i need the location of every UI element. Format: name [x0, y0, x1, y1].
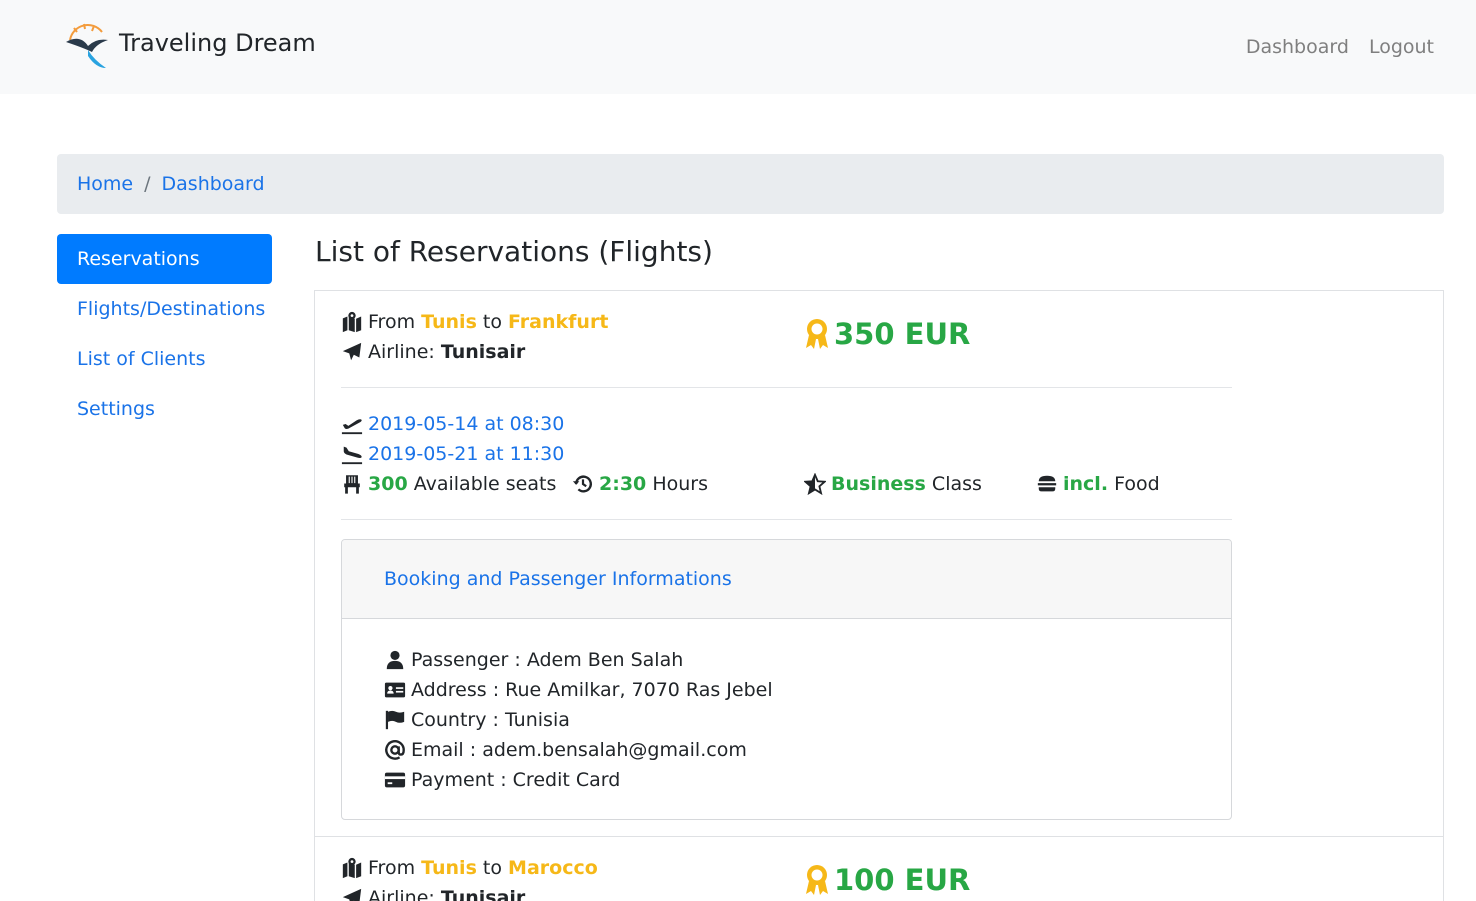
credit-card-icon	[384, 769, 406, 791]
award-icon	[804, 318, 830, 350]
map-marked-icon	[341, 311, 363, 333]
price-value: 350 EUR	[834, 317, 971, 351]
payment-line: Payment : Credit Card	[384, 765, 620, 795]
sidebar-item-reservations[interactable]: Reservations	[57, 234, 272, 284]
airline-label: Airline:	[368, 887, 435, 901]
booking-card: Booking and Passenger Informations Passe…	[341, 539, 1232, 820]
passenger-name: Passenger : Adem Ben Salah	[411, 649, 684, 671]
airline-line: Airline: Tunisair	[341, 883, 525, 901]
origin-city: Tunis	[421, 311, 477, 333]
destination-city: Frankfurt	[508, 311, 609, 333]
logo-bird-icon	[62, 20, 114, 72]
price-value: 100 EUR	[834, 863, 971, 897]
price: 350 EUR	[804, 317, 970, 351]
origin-city: Tunis	[421, 857, 477, 879]
sidebar-item-flights-destinations[interactable]: Flights/Destinations	[57, 284, 272, 334]
to-label: to	[482, 311, 502, 333]
star-half-icon	[804, 473, 826, 495]
airline-name: Tunisair	[440, 887, 526, 901]
route-line: From Tunis to Frankfurt	[341, 307, 608, 337]
airline-label: Airline:	[368, 341, 435, 363]
paper-plane-icon	[341, 887, 363, 901]
airline-line: Airline: Tunisair	[341, 337, 525, 367]
hamburger-icon	[1036, 473, 1058, 495]
nav-dashboard-link[interactable]: Dashboard	[1246, 36, 1349, 58]
flag-icon	[384, 709, 406, 731]
reservation-list: From Tunis to Frankfurt Airline: Tunisai…	[314, 290, 1444, 901]
nav-links: Dashboard Logout	[1246, 36, 1434, 58]
country-value: Country : Tunisia	[411, 709, 570, 731]
at-icon	[384, 739, 406, 761]
divider	[341, 519, 1232, 520]
history-icon	[572, 473, 594, 495]
route-line: From Tunis to Marocco	[341, 853, 598, 883]
seats-count: 300	[368, 473, 408, 495]
duration-label: Hours	[652, 473, 708, 495]
page-title: List of Reservations (Flights)	[315, 235, 713, 268]
duration-value: 2:30	[599, 473, 647, 495]
food-info: incl. Food	[1036, 469, 1160, 499]
to-label: to	[482, 857, 502, 879]
nav-logout-link[interactable]: Logout	[1369, 36, 1434, 58]
award-icon	[804, 864, 830, 896]
email-value[interactable]: Email : adem.bensalah@gmail.com	[411, 739, 747, 761]
top-navbar: Traveling Dream Dashboard Logout	[0, 0, 1476, 94]
country-line: Country : Tunisia	[384, 705, 570, 735]
breadcrumb-home[interactable]: Home	[77, 173, 133, 195]
departure-datetime[interactable]: 2019-05-14 at 08:30	[368, 413, 564, 435]
seat-icon	[341, 473, 363, 495]
brand[interactable]: Traveling Dream	[62, 20, 316, 72]
payment-value: Payment : Credit Card	[411, 769, 621, 791]
passenger-line: Passenger : Adem Ben Salah	[384, 645, 683, 675]
plane-departure-icon	[341, 413, 363, 435]
airline-name: Tunisair	[440, 341, 526, 363]
class-info: Business Class	[804, 469, 982, 499]
brand-name: Traveling Dream	[119, 29, 316, 57]
user-icon	[384, 649, 406, 671]
reservation-item: From Tunis to Marocco Airline: Tunisair …	[315, 836, 1443, 901]
destination-city: Marocco	[508, 857, 598, 879]
from-label: From	[368, 857, 416, 879]
email-line: Email : adem.bensalah@gmail.com	[384, 735, 747, 765]
price: 100 EUR	[804, 863, 970, 897]
paper-plane-icon	[341, 341, 363, 363]
breadcrumb: Home / Dashboard	[57, 154, 1444, 214]
plane-arrival-icon	[341, 443, 363, 465]
seats-info: 300 Available seats	[341, 469, 556, 499]
arrival-datetime[interactable]: 2019-05-21 at 11:30	[368, 443, 564, 465]
class-value: Business	[831, 473, 926, 495]
id-card-icon	[384, 679, 406, 701]
address-line: Address : Rue Amilkar, 7070 Ras Jebel	[384, 675, 773, 705]
departure-line: 2019-05-14 at 08:30	[341, 409, 564, 439]
duration-info: 2:30 Hours	[572, 469, 708, 499]
from-label: From	[368, 311, 416, 333]
food-label: Food	[1114, 473, 1160, 495]
address-value: Address : Rue Amilkar, 7070 Ras Jebel	[411, 679, 773, 701]
sidebar-item-list-of-clients[interactable]: List of Clients	[57, 334, 272, 384]
food-value: incl.	[1063, 473, 1109, 495]
reservation-item: From Tunis to Frankfurt Airline: Tunisai…	[315, 291, 1443, 836]
sidebar-item-settings[interactable]: Settings	[57, 384, 272, 434]
booking-card-header[interactable]: Booking and Passenger Informations	[342, 540, 1231, 619]
breadcrumb-dashboard[interactable]: Dashboard	[162, 173, 265, 195]
class-label: Class	[931, 473, 982, 495]
map-marked-icon	[341, 857, 363, 879]
breadcrumb-separator: /	[144, 173, 151, 195]
sidebar: Reservations Flights/Destinations List o…	[57, 234, 272, 434]
divider	[341, 387, 1232, 388]
arrival-line: 2019-05-21 at 11:30	[341, 439, 564, 469]
seats-label: Available seats	[413, 473, 557, 495]
